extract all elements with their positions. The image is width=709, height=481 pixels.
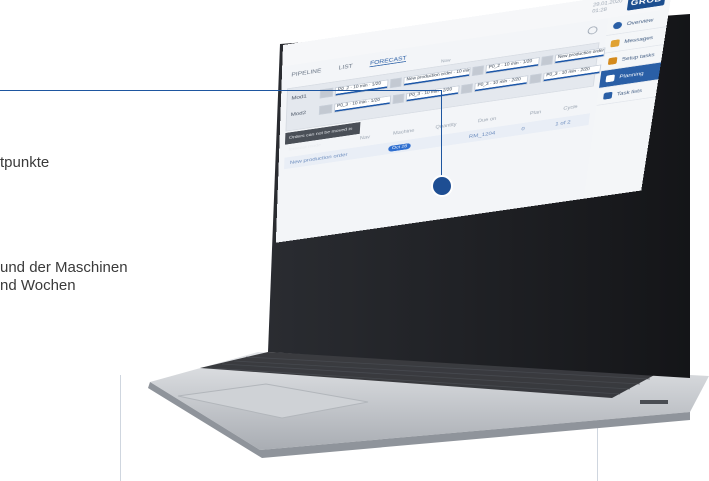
gantt-job[interactable] bbox=[529, 73, 542, 84]
sidebar-item-label: Task lists bbox=[617, 88, 643, 97]
sidebar-item-label: Setup tasks bbox=[621, 52, 655, 62]
gantt-job[interactable] bbox=[390, 77, 402, 88]
gantt-job[interactable]: New production order · 10 min · 2/20 bbox=[554, 47, 605, 64]
row-label-mod1: Mod1 bbox=[291, 94, 307, 102]
gantt-job[interactable] bbox=[541, 55, 554, 66]
tools-icon bbox=[608, 57, 618, 65]
sidebar-item-label: Planning bbox=[619, 71, 644, 80]
datetime: 29.01.2020 01:28 bbox=[592, 0, 623, 15]
plan-value: 0 bbox=[515, 122, 549, 132]
search-icon[interactable] bbox=[587, 26, 598, 35]
warning-icon bbox=[610, 39, 620, 47]
due-badge: Oct 28 bbox=[388, 143, 411, 152]
gantt-job[interactable] bbox=[319, 104, 333, 115]
gantt-job[interactable] bbox=[392, 94, 404, 105]
sidebar-item-label: Messages bbox=[624, 35, 654, 45]
callout-line-horizontal bbox=[0, 90, 442, 91]
cycle-value: 1 of 2 bbox=[549, 117, 584, 127]
now-label: Now bbox=[441, 58, 451, 64]
row-label-mod2: Mod2 bbox=[291, 110, 307, 117]
tab-list[interactable]: LIST bbox=[338, 64, 352, 72]
machine-value: RM_1204 bbox=[463, 127, 516, 140]
callout-dot bbox=[431, 175, 453, 197]
gear-icon bbox=[613, 21, 623, 29]
tab-pipeline[interactable]: PIPELINE bbox=[291, 68, 321, 79]
sidebar-item-label: Overview bbox=[626, 17, 653, 26]
callout-line-vertical bbox=[441, 90, 442, 178]
tab-forecast[interactable]: FORECAST bbox=[370, 56, 407, 68]
list-icon bbox=[603, 91, 613, 99]
grob-logo: GROB bbox=[627, 0, 666, 11]
calendar-icon bbox=[605, 74, 615, 82]
gantt-job[interactable] bbox=[461, 83, 473, 94]
gantt-job[interactable] bbox=[472, 65, 484, 76]
